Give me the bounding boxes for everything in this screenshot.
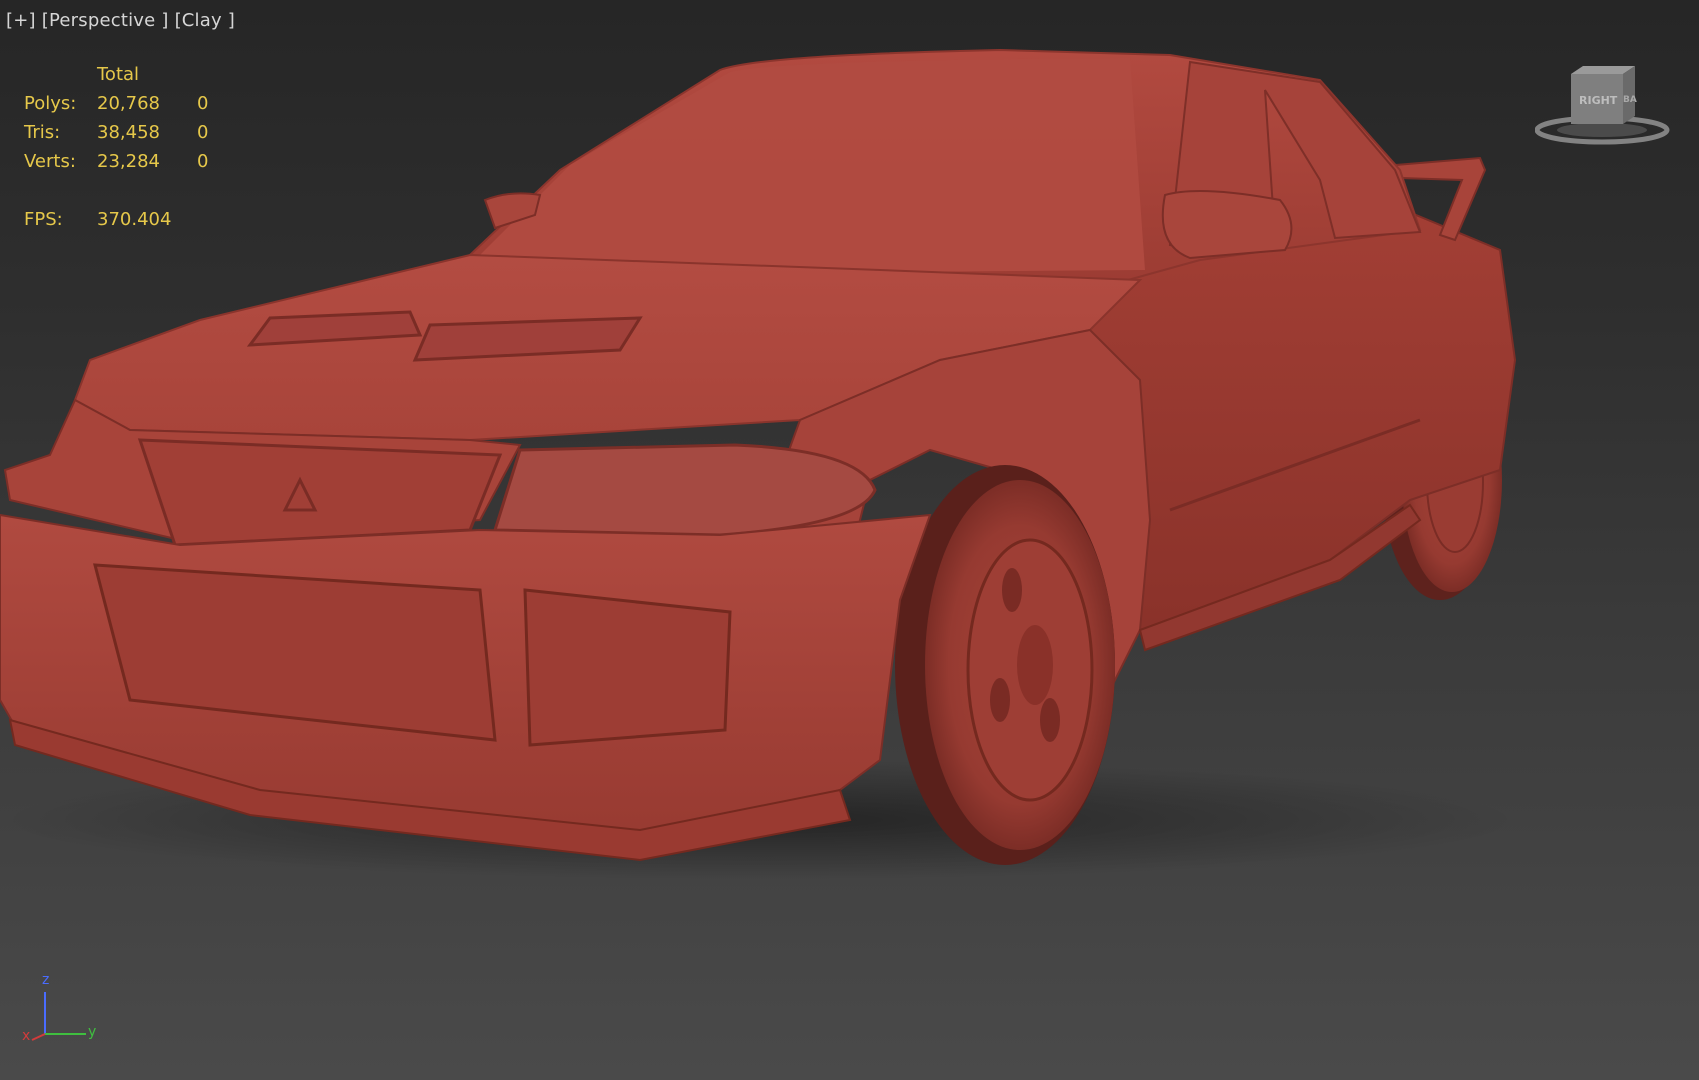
axis-y-label: y: [88, 1024, 96, 1040]
statistics-overlay: Total Polys: 20,768 0 Tris: 38,458 0 Ver…: [24, 60, 227, 234]
fps-value: 370.404: [97, 209, 172, 230]
viewcube-back-label: BA: [1623, 95, 1637, 105]
viewcube-right-label: RIGHT: [1579, 94, 1618, 107]
stats-selected-value: 0: [197, 151, 209, 172]
stats-selected-value: 0: [197, 93, 209, 114]
fps-label: FPS:: [24, 209, 63, 230]
car-clay-model[interactable]: [0, 0, 1699, 1080]
stats-header-row: Total: [24, 60, 227, 89]
viewport-general-menu[interactable]: [+]: [6, 10, 36, 31]
stats-label: Polys:: [24, 93, 77, 114]
stats-label: Verts:: [24, 151, 76, 172]
bumper-intake-right: [523, 588, 732, 747]
stats-row-fps: FPS: 370.404: [24, 205, 227, 234]
axis-x-label: x: [22, 1028, 30, 1044]
perspective-viewport[interactable]: [+] [Perspective ] [Clay ] Total Polys: 20…: [0, 0, 1699, 1080]
viewcube-icon[interactable]: RIGHT BA: [1535, 62, 1675, 152]
axis-x-line: [31, 1033, 46, 1041]
axis-z-label: z: [42, 972, 49, 988]
windshield: [480, 58, 1145, 272]
stats-label: Tris:: [24, 122, 61, 143]
viewport-view-menu[interactable]: [Perspective ]: [42, 10, 169, 31]
stats-total-value: 38,458: [97, 122, 160, 143]
stats-total-value: 23,284: [97, 151, 160, 172]
stats-total-value: 20,768: [97, 93, 160, 114]
side-mirror-right[interactable]: [1161, 190, 1293, 260]
front-grille[interactable]: [137, 438, 503, 547]
headlight[interactable]: [492, 443, 877, 537]
viewport-shading-menu[interactable]: [Clay ]: [175, 10, 235, 31]
stats-row-polys: Polys: 20,768 0: [24, 89, 227, 118]
front-wheel[interactable]: [895, 465, 1115, 865]
axis-tripod-icon: z y x: [22, 972, 96, 1044]
stats-row-verts: Verts: 23,284 0: [24, 147, 227, 176]
stats-total-header: Total: [97, 64, 140, 85]
stats-row-tris: Tris: 38,458 0: [24, 118, 227, 147]
stats-selected-value: 0: [197, 122, 209, 143]
viewport-label-menu[interactable]: [+] [Perspective ] [Clay ]: [6, 8, 235, 32]
